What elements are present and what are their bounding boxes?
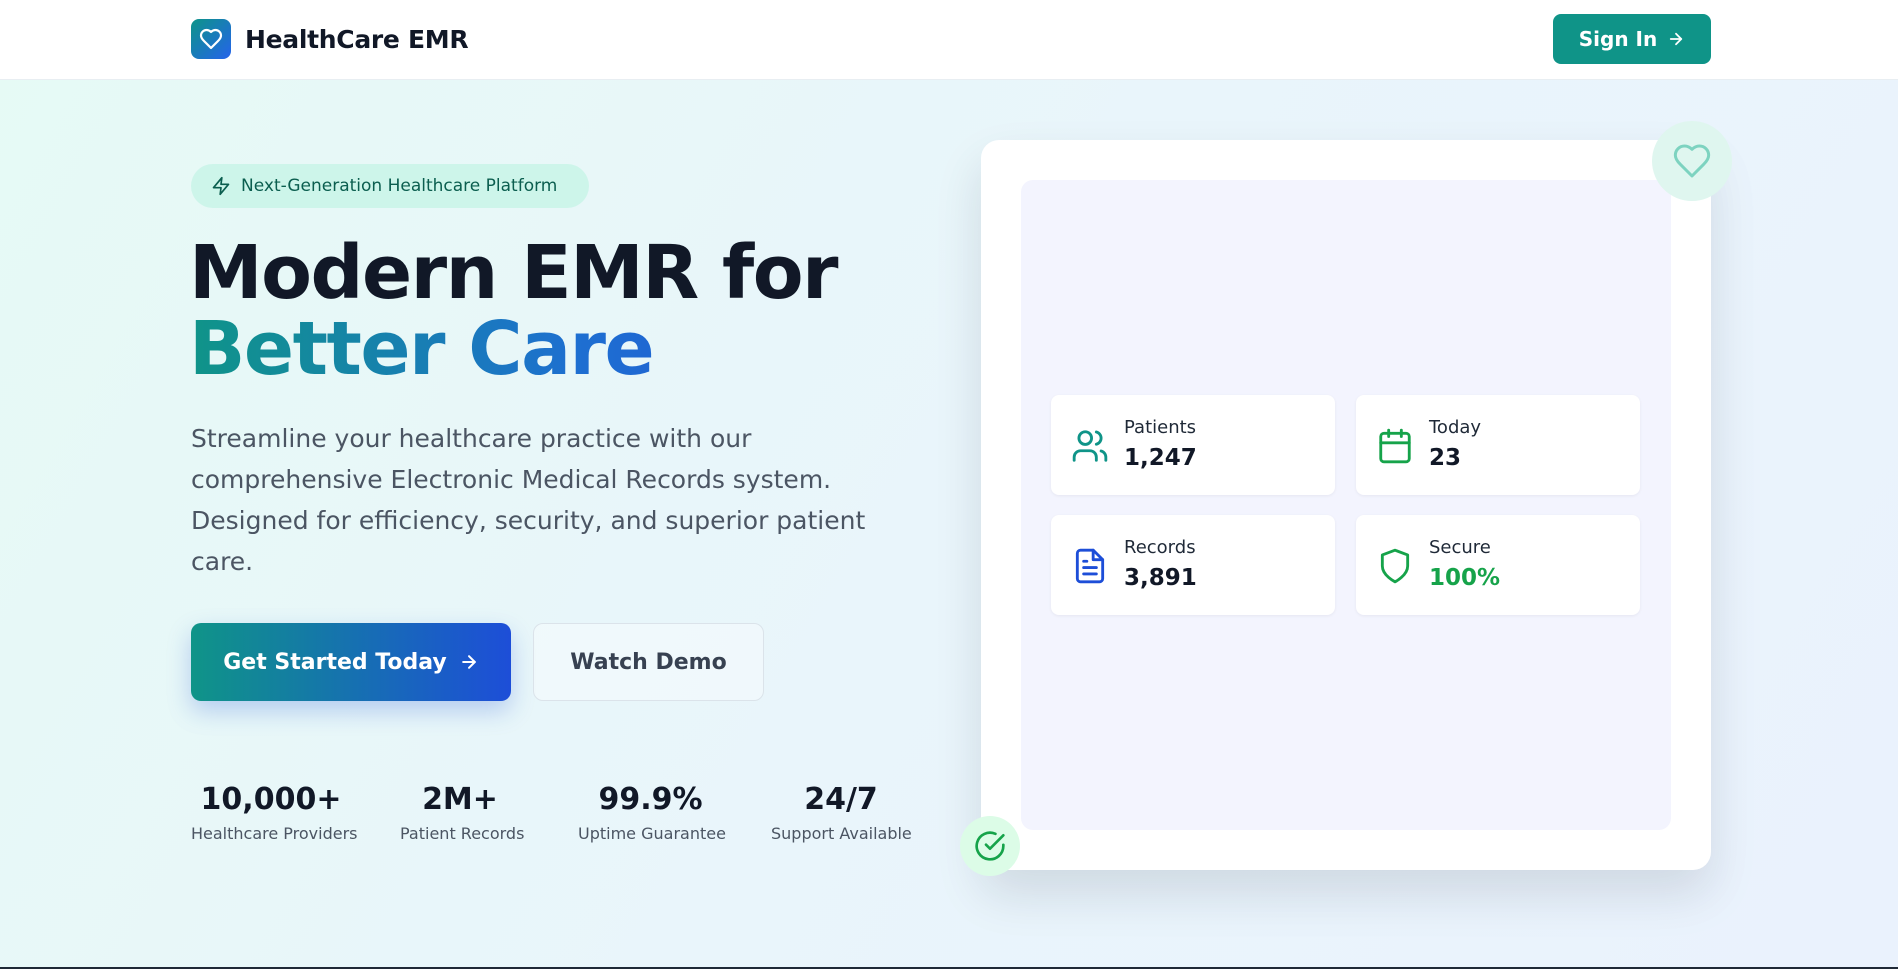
card-label: Secure [1429,537,1491,558]
arrow-right-icon [461,655,476,669]
arrow-right-icon [1670,32,1683,46]
card-label: Patients [1124,417,1197,438]
stat-value: 10,000+ [200,782,342,817]
sign-in-label: Sign In [1578,27,1658,51]
calendar-icon [1379,428,1411,464]
card-value: 1,247 [1124,445,1197,471]
dashboard-preview: Patients 1,247 Today 23 Records 3,891 Se… [981,140,1711,870]
stat-label: Healthcare Providers [191,824,358,843]
stat-value: 24/7 [804,782,878,817]
card-secure: Secure 100% [1356,515,1640,615]
dashboard-preview-screen: Patients 1,247 Today 23 Records 3,891 Se… [1021,180,1671,830]
stat-support: 24/7 Support Available [771,782,912,843]
stat-value: 2M+ [422,782,498,817]
lightning-icon [212,176,230,196]
stat-label: Support Available [771,824,912,843]
card-value: 23 [1429,445,1462,471]
get-started-button[interactable]: Get Started Today [191,623,511,701]
card-patients: Patients 1,247 [1051,395,1335,495]
heart-icon [1673,144,1711,178]
card-records: Records 3,891 [1051,515,1335,615]
stat-label: Uptime Guarantee [578,824,726,843]
hero-title: Modern EMR for Better Care [189,230,839,387]
users-icon [1072,430,1108,462]
check-circle-icon [975,831,1005,861]
stat-providers: 10,000+ Healthcare Providers [191,782,358,843]
watch-demo-button[interactable]: Watch Demo [533,623,764,701]
file-text-icon [1075,548,1105,584]
stat-uptime: 99.9% Uptime Guarantee [578,782,726,843]
floating-heart-badge [1652,121,1732,201]
shield-icon [1380,548,1410,584]
stat-records: 2M+ Patient Records [400,782,525,843]
brand-name: HealthCare EMR [245,24,469,54]
card-value: 100% [1429,565,1501,591]
sign-in-button[interactable]: Sign In [1553,14,1711,64]
floating-check-badge [960,816,1020,876]
platform-badge: Next-Generation Healthcare Platform [191,164,589,208]
hero-description: Streamline your healthcare practice with… [191,424,866,576]
hero-title-line-1: Modern EMR for [189,230,839,316]
brand[interactable]: HealthCare EMR [191,19,469,59]
card-value: 3,891 [1124,565,1197,591]
heart-icon [191,19,231,59]
card-today: Today 23 [1356,395,1640,495]
top-navigation-bar: HealthCare EMR Sign In [0,0,1898,80]
stat-value: 99.9% [598,782,703,817]
hero-title-line-2: Better Care [189,311,837,387]
stat-label: Patient Records [400,824,525,843]
watch-demo-label: Watch Demo [570,649,727,675]
card-label: Today [1429,417,1482,438]
badge-text: Next-Generation Healthcare Platform [241,176,558,196]
get-started-label: Get Started Today [223,649,447,675]
card-label: Records [1124,537,1196,558]
